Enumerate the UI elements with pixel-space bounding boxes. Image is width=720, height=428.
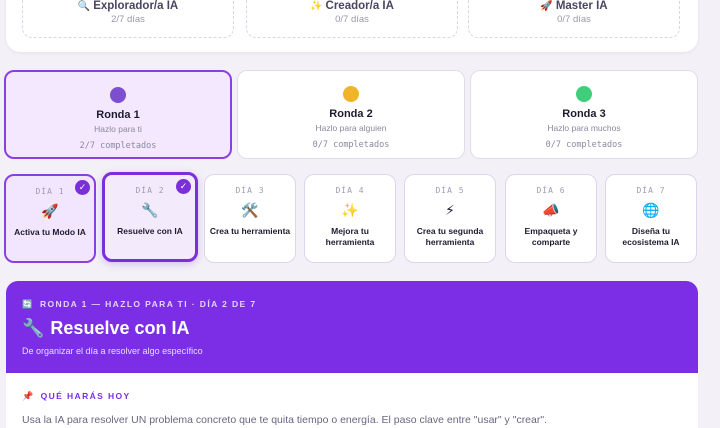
round-2-card[interactable]: Ronda 2 Hazlo para alguien 0/7 completad… <box>237 70 465 159</box>
what-you-will-do-section: 📌 QUÉ HARÁS HOY Usa la IA para resolver U… <box>6 373 698 428</box>
day-4-card[interactable]: DÍA 4 ✨ Mejora tu herramienta <box>304 174 396 263</box>
day-title: Empaqueta y comparte <box>524 226 578 247</box>
round-subtitle: Hazlo para alguien <box>315 123 387 133</box>
level-title: Explorador/a IA <box>93 0 179 12</box>
round-dot-icon <box>110 87 126 103</box>
day-label: DÍA 3 <box>235 186 265 195</box>
round-subtitle: Hazlo para ti <box>94 124 142 134</box>
pushpin-icon: 📌 <box>22 391 35 401</box>
level-master: 🚀 Master IA 0/7 días <box>468 0 680 38</box>
day-hero-banner: 🔄 RONDA 1 — HAZLO PARA TI · DÍA 2 DE 7 🔧 R… <box>6 281 698 373</box>
day-7-card[interactable]: DÍA 7 🌐 Diseña tu ecosistema IA <box>605 174 697 263</box>
round-subtitle: Hazlo para muchos <box>547 123 621 133</box>
level-progress: 0/7 días <box>335 14 369 25</box>
refresh-icon: 🔄 <box>22 299 34 309</box>
day-1-card[interactable]: ✓ DÍA 1 🚀 Activa tu Modo IA <box>4 174 96 263</box>
sparkles-icon: ✨ <box>310 1 323 12</box>
section-body: Usa la IA para resolver UN problema conc… <box>22 414 548 426</box>
day-title: Activa tu Modo IA <box>14 227 86 237</box>
day-2-card[interactable]: ✓ DÍA 2 🔧 Resuelve con IA <box>102 172 198 262</box>
day-label: DÍA 6 <box>536 186 566 195</box>
day-title: Crea tu herramienta <box>209 226 291 236</box>
level-creador: ✨ Creador/a IA 0/7 días <box>246 0 458 38</box>
day-6-card[interactable]: DÍA 6 📣 Empaqueta y comparte <box>505 174 597 263</box>
hammer-wrench-icon: 🛠️ <box>241 202 259 218</box>
globe-icon: 🌐 <box>642 202 660 218</box>
round-title: Ronda 3 <box>562 108 606 120</box>
sparkles-icon: ✨ <box>341 202 359 218</box>
hero-meta: RONDA 1 — HAZLO PARA TI · DÍA 2 DE 7 <box>39 299 257 309</box>
wrench-icon: 🔧 <box>141 202 159 218</box>
wrench-icon: 🔧 <box>22 318 45 338</box>
round-progress: 0/7 completados <box>545 140 623 150</box>
round-dot-icon <box>576 86 592 102</box>
day-3-card[interactable]: DÍA 3 🛠️ Crea tu herramienta <box>204 174 296 263</box>
round-title: Ronda 2 <box>329 108 373 120</box>
day-label: DÍA 7 <box>636 186 666 195</box>
level-progress: 0/7 días <box>557 14 591 25</box>
section-heading: QUÉ HARÁS HOY <box>40 391 131 401</box>
hero-description: De organizar el día a resolver algo espe… <box>22 346 203 356</box>
day-title: Crea tu segunda herramienta <box>416 226 484 247</box>
magnifier-icon: 🔍 <box>77 1 91 12</box>
lightning-icon: ⚡ <box>445 202 455 218</box>
day-title: Diseña tu ecosistema IA <box>622 226 680 247</box>
day-title: Resuelve con IA <box>117 226 183 236</box>
round-1-card[interactable]: Ronda 1 Hazlo para ti 2/7 completados <box>4 70 232 159</box>
levels-card: 🔍 Explorador/a IA 2/7 días ✨ Creador/a IA … <box>6 0 698 52</box>
rocket-icon: 🚀 <box>540 1 553 12</box>
day-label: DÍA 4 <box>335 186 365 195</box>
check-icon: ✓ <box>75 180 90 195</box>
level-title: Master IA <box>555 0 608 12</box>
day-label: DÍA 5 <box>435 186 465 195</box>
level-title: Creador/a IA <box>325 0 394 12</box>
round-3-card[interactable]: Ronda 3 Hazlo para muchos 0/7 completado… <box>470 70 698 159</box>
megaphone-icon: 📣 <box>542 202 560 218</box>
round-title: Ronda 1 <box>96 109 140 121</box>
level-explorador: 🔍 Explorador/a IA 2/7 días <box>22 0 234 38</box>
day-title: Mejora tu herramienta <box>325 226 375 247</box>
day-5-card[interactable]: DÍA 5 ⚡ Crea tu segunda herramienta <box>404 174 496 263</box>
check-icon: ✓ <box>176 179 191 194</box>
round-progress: 2/7 completados <box>79 141 157 151</box>
level-progress: 2/7 días <box>111 14 145 25</box>
rocket-icon: 🚀 <box>41 203 59 219</box>
hero-title: Resuelve con IA <box>50 318 190 338</box>
round-dot-icon <box>343 86 359 102</box>
round-progress: 0/7 completados <box>312 140 390 150</box>
